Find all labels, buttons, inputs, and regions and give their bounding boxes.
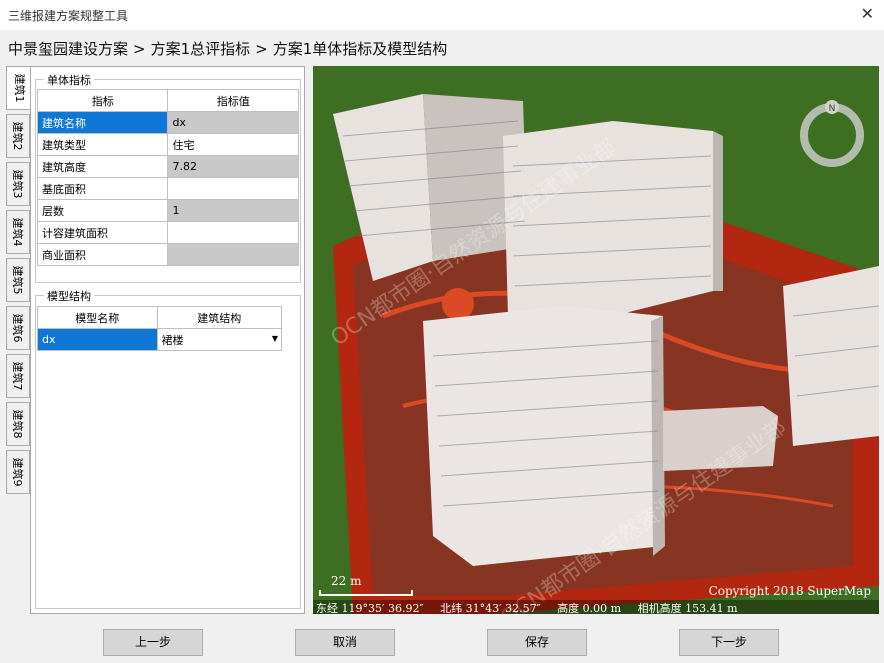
compass-north-label: N xyxy=(829,104,836,114)
model-name[interactable]: dx xyxy=(37,328,158,351)
indicator-name[interactable]: 基底面积 xyxy=(36,177,169,200)
chevron-down-icon[interactable]: ▼ xyxy=(272,334,278,343)
scale-line xyxy=(319,590,413,596)
table-row[interactable]: 建筑类型 住宅 xyxy=(36,133,299,156)
indicators-table: 指标 指标值 建筑名称 dx 建筑类型 住宅 建筑高度 7.82 基底面积 层数… xyxy=(36,89,299,266)
indicator-name[interactable]: 商业面积 xyxy=(36,243,169,266)
next-button[interactable]: 下一步 xyxy=(679,629,779,656)
tab-building-8[interactable]: 建筑8 xyxy=(6,402,30,446)
tab-building-1[interactable]: 建筑1 xyxy=(6,66,32,110)
indicator-name[interactable]: 建筑类型 xyxy=(36,133,169,156)
column-header-value[interactable]: 指标值 xyxy=(167,89,299,112)
tab-building-4[interactable]: 建筑4 xyxy=(6,210,30,254)
breadcrumb-item-overall[interactable]: 方案1总评指标 xyxy=(151,40,251,58)
longitude-readout: 东经 119°35′ 36.92″ xyxy=(316,602,424,614)
breadcrumb-separator: > xyxy=(255,40,268,58)
indicator-name[interactable]: 层数 xyxy=(36,199,169,222)
close-icon[interactable]: ✕ xyxy=(861,4,874,23)
camera-height-readout: 相机高度 153.41 m xyxy=(637,602,738,614)
breadcrumb-item-project[interactable]: 中景玺园建设方案 xyxy=(8,40,128,58)
structure-value: 裙楼 xyxy=(161,333,184,347)
tab-building-5[interactable]: 建筑5 xyxy=(6,258,30,302)
column-header-model-name[interactable]: 模型名称 xyxy=(37,306,158,329)
tab-building-6[interactable]: 建筑6 xyxy=(6,306,30,350)
column-header-structure[interactable]: 建筑结构 xyxy=(156,306,283,329)
indicator-value[interactable] xyxy=(167,177,299,200)
scene-render xyxy=(313,66,879,614)
copyright-text: Copyright 2018 SuperMap xyxy=(708,584,871,598)
title-bar: 三维报建方案规整工具 ✕ xyxy=(0,0,884,30)
3d-scene-viewer[interactable]: OCN都市圈·自然资源与住建事业部 OCN都市圈·自然资源与住建事业部 N 22… xyxy=(313,66,879,614)
tab-building-7[interactable]: 建筑7 xyxy=(6,354,30,398)
scale-label: 22 m xyxy=(331,574,362,588)
prev-button[interactable]: 上一步 xyxy=(103,629,203,656)
compass-icon[interactable]: N xyxy=(797,100,867,170)
indicator-value[interactable] xyxy=(167,221,299,244)
table-row[interactable]: 基底面积 xyxy=(36,177,299,200)
scale-bar: 22 m xyxy=(319,574,413,596)
building-detail-pane: 单体指标 指标 指标值 建筑名称 dx 建筑类型 住宅 建筑高度 7.82 基底… xyxy=(30,66,305,614)
table-row[interactable]: 商业面积 xyxy=(36,243,299,266)
window-title: 三维报建方案规整工具 xyxy=(8,9,129,23)
model-structure-legend: 模型结构 xyxy=(44,288,94,304)
table-row[interactable]: dx 裙楼 ▼ xyxy=(37,328,283,351)
save-button[interactable]: 保存 xyxy=(487,629,587,656)
indicator-value[interactable]: dx xyxy=(167,111,299,134)
table-row[interactable]: 层数 1 xyxy=(36,199,299,222)
tab-building-2[interactable]: 建筑2 xyxy=(6,114,30,158)
indicator-name[interactable]: 计容建筑面积 xyxy=(36,221,169,244)
cancel-button[interactable]: 取消 xyxy=(295,629,395,656)
indicator-value[interactable]: 住宅 xyxy=(167,133,299,156)
table-row[interactable]: 计容建筑面积 xyxy=(36,221,299,244)
breadcrumb-separator: > xyxy=(133,40,146,58)
tab-building-9[interactable]: 建筑9 xyxy=(6,450,30,494)
indicator-name[interactable]: 建筑名称 xyxy=(36,111,169,134)
breadcrumb: 中景玺园建设方案 > 方案1总评指标 > 方案1单体指标及模型结构 xyxy=(8,38,447,59)
indicators-legend: 单体指标 xyxy=(44,72,94,88)
column-header-indicator[interactable]: 指标 xyxy=(36,89,169,112)
indicator-value[interactable]: 1 xyxy=(167,199,299,222)
table-row[interactable]: 建筑高度 7.82 xyxy=(36,155,299,178)
indicator-value[interactable] xyxy=(167,243,299,266)
table-row[interactable]: 建筑名称 dx xyxy=(36,111,299,134)
indicator-name[interactable]: 建筑高度 xyxy=(36,155,169,178)
structure-dropdown[interactable]: 裙楼 ▼ xyxy=(156,328,283,351)
altitude-readout: 高度 0.00 m xyxy=(557,602,622,614)
latitude-readout: 北纬 31°43′ 32.57″ xyxy=(440,602,541,614)
indicator-value[interactable]: 7.82 xyxy=(167,155,299,178)
breadcrumb-item-current: 方案1单体指标及模型结构 xyxy=(272,40,448,58)
tab-building-3[interactable]: 建筑3 xyxy=(6,162,30,206)
map-status-bar: 东经 119°35′ 36.92″ 北纬 31°43′ 32.57″ 高度 0.… xyxy=(313,600,879,614)
model-structure-table: 模型名称 建筑结构 dx 裙楼 ▼ xyxy=(37,306,283,351)
